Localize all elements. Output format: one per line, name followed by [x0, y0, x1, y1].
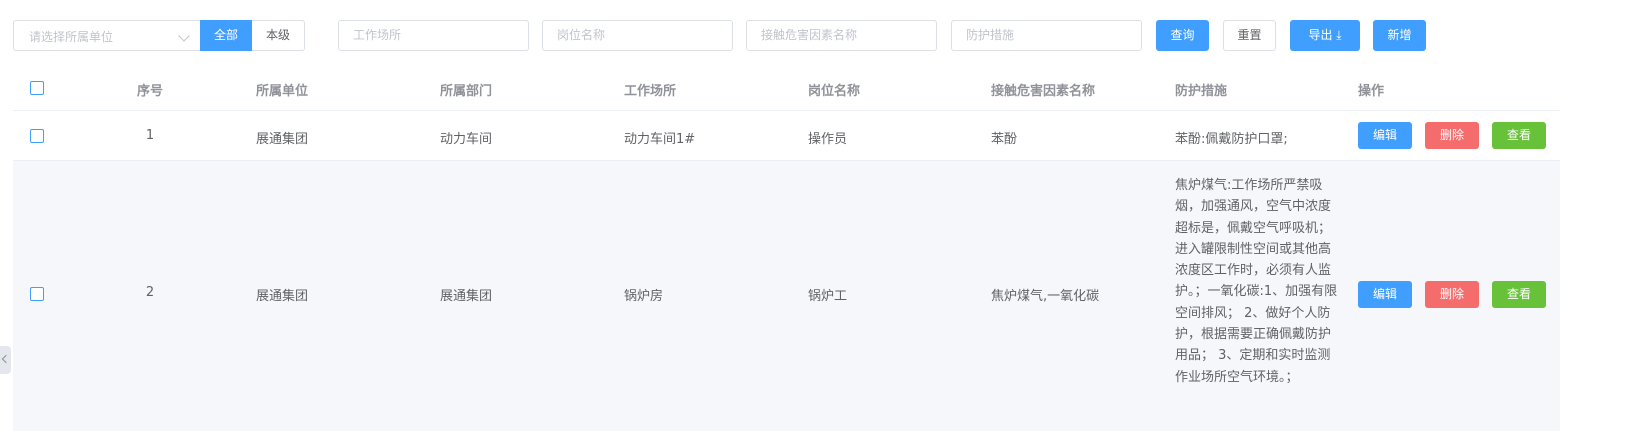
reset-button[interactable]: 重置	[1223, 20, 1276, 51]
header-hazard: 接触危害因素名称	[991, 84, 1096, 99]
view-button[interactable]: 查看	[1492, 122, 1546, 149]
filter-toolbar: 请选择所属单位 全部 本级 工作场所 岗位名称 接触危害因素名称 防护措施 查询…	[13, 20, 1633, 51]
delete-button[interactable]: 删除	[1425, 122, 1479, 149]
cell-seq: 2	[145, 285, 155, 300]
header-seq: 序号	[136, 84, 163, 99]
add-button[interactable]: 新增	[1373, 20, 1426, 51]
row-checkbox[interactable]	[30, 287, 44, 301]
select-all-checkbox[interactable]	[30, 81, 44, 95]
cell-place: 锅炉房	[624, 289, 664, 304]
edit-button[interactable]: 编辑	[1358, 281, 1412, 308]
header-place: 工作场所	[624, 84, 677, 99]
cell-unit: 展通集团	[256, 289, 309, 304]
cell-dept: 展通集团	[440, 289, 493, 304]
header-ops: 操作	[1358, 84, 1385, 99]
header-dept: 所属部门	[440, 84, 493, 99]
cell-place: 动力车间1#	[624, 132, 696, 147]
header-protection: 防护措施	[1175, 84, 1228, 99]
post-input[interactable]: 岗位名称	[542, 20, 733, 51]
cell-seq: 1	[145, 128, 155, 143]
table-header: 序号 所属单位 所属部门 工作场所 岗位名称 接触危害因素名称 防护措施 操作	[13, 66, 1560, 111]
row-checkbox[interactable]	[30, 129, 44, 143]
hazard-input[interactable]: 接触危害因素名称	[746, 20, 937, 51]
view-button[interactable]: 查看	[1492, 281, 1546, 308]
header-post: 岗位名称	[808, 84, 861, 99]
header-unit: 所属单位	[256, 84, 309, 99]
cell-hazard: 苯酚	[991, 132, 1018, 147]
sidebar-toggle-handle[interactable]	[0, 346, 11, 374]
cell-hazard: 焦炉煤气,一氧化碳	[991, 289, 1100, 304]
place-input[interactable]: 工作场所	[338, 20, 529, 51]
scope-all-button[interactable]: 全部	[200, 20, 252, 51]
unit-select[interactable]: 请选择所属单位	[13, 20, 200, 51]
cell-unit: 展通集团	[256, 132, 309, 147]
table-row: 1 展通集团 动力车间 动力车间1# 操作员 苯酚 苯酚:佩戴防护口罩; 编辑 …	[13, 111, 1560, 161]
cell-dept: 动力车间	[440, 132, 493, 147]
table-row: 2 展通集团 展通集团 锅炉房 锅炉工 焦炉煤气,一氧化碳 焦炉煤气:工作场所严…	[13, 161, 1560, 431]
cell-protection: 苯酚:佩戴防护口罩;	[1175, 132, 1288, 147]
cell-post: 锅炉工	[808, 289, 848, 304]
query-button[interactable]: 查询	[1156, 20, 1209, 51]
scope-self-button[interactable]: 本级	[252, 20, 305, 51]
unit-select-placeholder: 请选择所属单位	[29, 30, 114, 44]
export-button[interactable]: 导出 ⤓	[1290, 20, 1360, 51]
edit-button[interactable]: 编辑	[1358, 122, 1412, 149]
cell-protection: 焦炉煤气:工作场所严禁吸烟，加强通风，空气中浓度超标是，佩戴空气呼吸机；进入罐限…	[1175, 178, 1338, 385]
chevron-down-icon	[178, 30, 190, 42]
cell-post: 操作员	[808, 132, 848, 147]
protection-input[interactable]: 防护措施	[951, 20, 1142, 51]
delete-button[interactable]: 删除	[1425, 281, 1479, 308]
chevron-left-icon	[1, 354, 11, 364]
